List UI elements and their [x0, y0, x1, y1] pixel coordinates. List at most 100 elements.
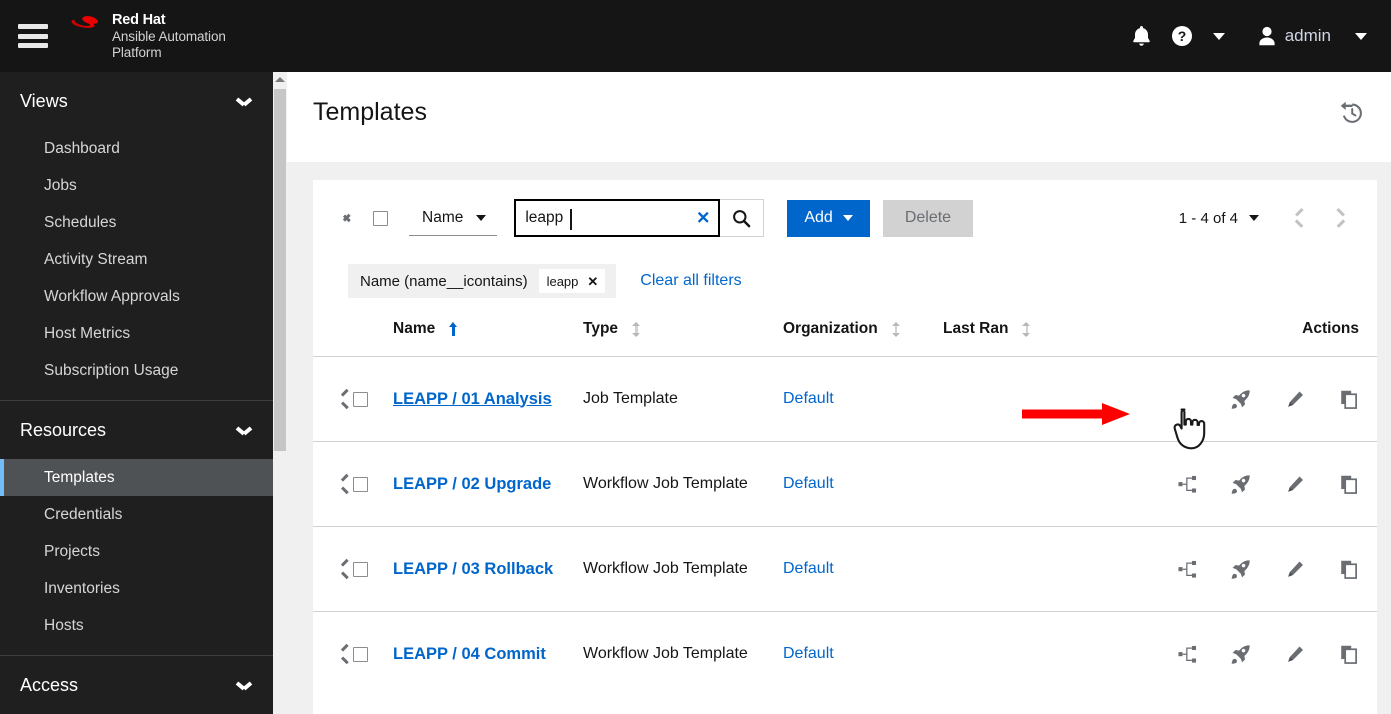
search-submit-button[interactable]	[720, 199, 765, 237]
toolbar-expand-all-icon[interactable]	[335, 207, 357, 229]
row-checkbox[interactable]	[353, 646, 368, 662]
table-row: LEAPP / 01 Analysis Job Template Default	[313, 356, 1377, 442]
th-actions-label: Actions	[1302, 320, 1359, 337]
copy-icon[interactable]	[1339, 390, 1359, 409]
search-input[interactable]	[516, 201, 667, 235]
organization-link[interactable]: Default	[783, 390, 834, 407]
th-name[interactable]: Name	[393, 306, 583, 357]
row-checkbox[interactable]	[353, 476, 368, 492]
filter-chip[interactable]: leapp ✕	[537, 268, 607, 294]
rocket-glyph	[1231, 475, 1250, 494]
history-icon[interactable]	[1337, 98, 1367, 133]
pagination: 1 - 4 of 4	[1179, 201, 1359, 235]
notifications-button[interactable]	[1122, 0, 1161, 72]
sidebar-item-host-metrics[interactable]: Host Metrics	[0, 315, 273, 352]
row-expand-cell[interactable]	[313, 356, 353, 442]
row-select-cell[interactable]	[353, 441, 393, 527]
copy-icon[interactable]	[1339, 475, 1359, 494]
sidebar-group-resources[interactable]: Resources	[0, 401, 273, 459]
help-dropdown-toggle[interactable]	[1203, 0, 1235, 72]
select-all-checkbox[interactable]	[373, 210, 388, 226]
sidebar-item-templates[interactable]: Templates	[0, 459, 273, 496]
organization-link[interactable]: Default	[783, 560, 834, 577]
workflow-visualizer-icon[interactable]	[1177, 475, 1197, 494]
organization-link[interactable]: Default	[783, 475, 834, 492]
row-expand-cell[interactable]	[313, 526, 353, 612]
copy-glyph	[1341, 475, 1357, 494]
sitemap-glyph	[1177, 475, 1196, 493]
workflow-visualizer-icon[interactable]	[1177, 645, 1197, 664]
user-dropdown-toggle[interactable]	[1341, 0, 1377, 72]
launch-rocket-icon[interactable]	[1231, 474, 1251, 494]
row-last-ran-cell	[943, 526, 1103, 612]
sidebar-item-schedules[interactable]: Schedules	[0, 204, 273, 241]
template-name-link[interactable]: LEAPP / 04 Commit	[393, 645, 546, 663]
hamburger-menu-icon[interactable]	[18, 24, 48, 48]
workflow-visualizer-icon[interactable]	[1177, 560, 1197, 579]
th-last-ran[interactable]: Last Ran	[943, 306, 1103, 357]
brand-logo[interactable]: Red Hat Ansible Automation Platform	[70, 12, 226, 61]
scrollbar-thumb[interactable]	[274, 89, 286, 451]
delete-button[interactable]: Delete	[882, 199, 974, 237]
add-button[interactable]: Add	[787, 199, 870, 237]
sidebar-item-workflow-approvals[interactable]: Workflow Approvals	[0, 278, 273, 315]
arrow-up-icon	[275, 77, 285, 82]
page-header: Templates	[287, 72, 1391, 162]
launch-rocket-icon[interactable]	[1231, 644, 1251, 665]
row-select-cell[interactable]	[353, 611, 393, 697]
row-expand-cell[interactable]	[313, 611, 353, 697]
sidebar-item-projects[interactable]: Projects	[0, 533, 273, 570]
table-head: Name Type Organization Last Ran Actions	[313, 306, 1377, 357]
copy-icon[interactable]	[1339, 560, 1359, 579]
sidebar-item-label: Subscription Usage	[44, 361, 179, 379]
pencil-glyph	[1287, 391, 1303, 407]
row-expand-cell[interactable]	[313, 441, 353, 527]
user-menu-button[interactable]: admin	[1235, 0, 1341, 72]
edit-pencil-icon[interactable]	[1285, 475, 1305, 494]
sort-icon	[1022, 321, 1031, 337]
sidebar-group-label: Resources	[20, 419, 107, 440]
template-name-link[interactable]: LEAPP / 02 Upgrade	[393, 475, 551, 493]
th-type[interactable]: Type	[583, 306, 783, 357]
clear-search-icon[interactable]: ✕	[696, 210, 710, 227]
row-type-cell: Workflow Job Template	[583, 526, 783, 612]
main-content: Templates Name leapp ✕ Add Delete 1 - 4 …	[287, 72, 1391, 714]
help-button[interactable]: ?	[1161, 0, 1203, 72]
row-select-cell[interactable]	[353, 526, 393, 612]
launch-rocket-icon[interactable]	[1231, 559, 1251, 579]
sidebar-group-access[interactable]: Access	[0, 656, 273, 714]
row-checkbox[interactable]	[353, 391, 368, 407]
edit-pencil-icon[interactable]	[1285, 390, 1305, 409]
sidebar-item-credentials[interactable]: Credentials	[0, 496, 273, 533]
template-name-link[interactable]: LEAPP / 01 Analysis	[393, 390, 552, 408]
pagination-per-page-toggle[interactable]	[1249, 215, 1259, 221]
row-checkbox[interactable]	[353, 561, 368, 577]
edit-pencil-icon[interactable]	[1285, 645, 1305, 664]
row-select-cell[interactable]	[353, 356, 393, 442]
sidebar-item-jobs[interactable]: Jobs	[0, 167, 273, 204]
copy-glyph	[1341, 560, 1357, 579]
times-icon[interactable]: ✕	[587, 275, 598, 288]
organization-link[interactable]: Default	[783, 645, 834, 662]
sidebar-scrollbar[interactable]	[273, 72, 287, 714]
sidebar-item-activity-stream[interactable]: Activity Stream	[0, 241, 273, 278]
template-name-link[interactable]: LEAPP / 03 Rollback	[393, 560, 553, 578]
th-expand	[313, 306, 353, 357]
copy-icon[interactable]	[1339, 645, 1359, 664]
sidebar-item-subscription-usage[interactable]: Subscription Usage	[0, 352, 273, 389]
scrollbar-up-button[interactable]	[273, 72, 287, 87]
sidebar-item-hosts[interactable]: Hosts	[0, 607, 273, 644]
th-organization[interactable]: Organization	[783, 306, 943, 357]
th-name-label: Name	[393, 320, 436, 337]
sidebar-item-dashboard[interactable]: Dashboard	[0, 130, 273, 167]
launch-rocket-icon[interactable]	[1231, 389, 1251, 409]
clear-all-filters-link[interactable]: Clear all filters	[640, 272, 741, 290]
pagination-prev-button[interactable]	[1281, 201, 1319, 235]
th-organization-label: Organization	[783, 320, 878, 337]
edit-pencil-icon[interactable]	[1285, 560, 1305, 579]
pagination-next-button[interactable]	[1321, 201, 1359, 235]
sidebar-item-inventories[interactable]: Inventories	[0, 570, 273, 607]
filter-type-select[interactable]: Name	[409, 200, 498, 236]
search-field-wrapper[interactable]: ✕	[514, 199, 721, 237]
sidebar-group-views[interactable]: Views	[0, 72, 273, 130]
